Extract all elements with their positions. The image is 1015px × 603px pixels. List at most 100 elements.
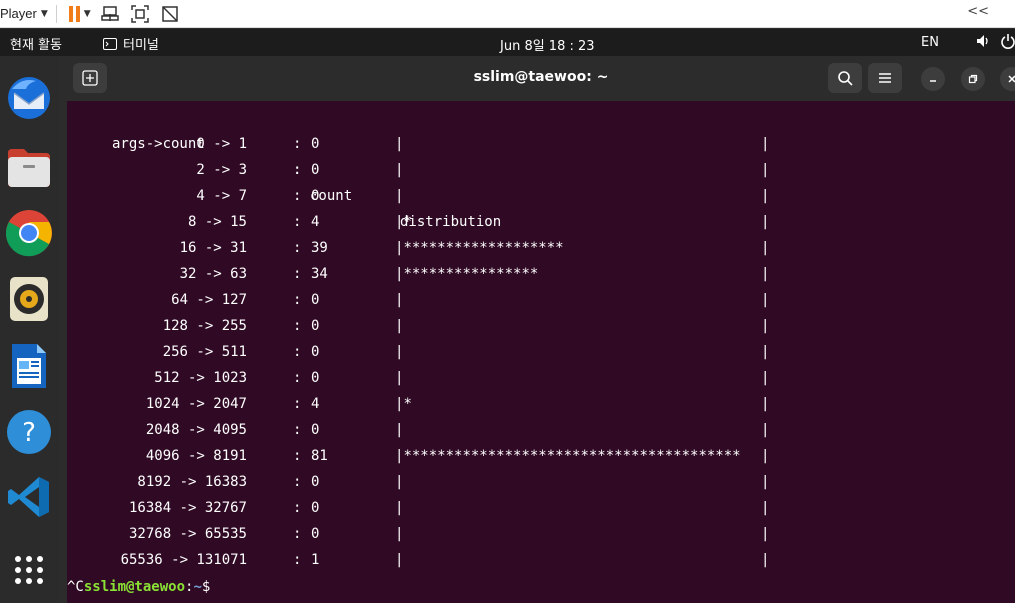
maximize-button[interactable]: [961, 67, 985, 91]
bucket-range: 128 -> 255: [162, 318, 247, 334]
distribution-bar: |: [395, 495, 403, 521]
row-separator: :: [293, 370, 302, 386]
restore-icon: [968, 74, 978, 84]
distribution-bar: |: [395, 131, 403, 157]
hamburger-menu-button[interactable]: [868, 63, 902, 93]
distribution-bar: |***************************************…: [395, 443, 741, 469]
bar-right-edge: |: [761, 370, 770, 386]
rhythmbox-icon[interactable]: [5, 275, 53, 323]
chrome-icon[interactable]: [5, 209, 53, 257]
hamburger-icon: [879, 73, 891, 83]
close-button[interactable]: [1000, 67, 1015, 91]
bar-stars: *: [403, 396, 412, 412]
minimize-icon: [930, 80, 936, 82]
distribution-bar: |: [395, 287, 403, 313]
histogram-row: 32768 -> 65535:0 | |: [67, 521, 1015, 547]
fit-guest-icon[interactable]: [129, 4, 151, 24]
bucket-count: 4: [311, 214, 320, 230]
histogram-header: args->count : count distribution: [67, 105, 1015, 230]
send-ctrl-alt-del-icon[interactable]: [99, 4, 121, 24]
row-separator: :: [293, 552, 302, 568]
bar-left-edge: |: [395, 344, 404, 360]
bucket-range: 8 -> 15: [187, 214, 247, 230]
bar-right-edge: |: [761, 500, 770, 516]
distribution-bar: |: [395, 365, 403, 391]
bucket-range: 65536 -> 131071: [120, 552, 247, 568]
files-icon[interactable]: [5, 142, 53, 190]
help-icon[interactable]: ?: [5, 408, 53, 456]
bucket-count: 0: [311, 370, 320, 386]
clock[interactable]: Jun 8일 18 : 23: [500, 35, 595, 54]
pause-menu-caret-icon[interactable]: ▼: [84, 9, 91, 19]
bar-right-edge: |: [761, 318, 770, 334]
distribution-bar: |*: [395, 209, 412, 235]
bar-right-edge: |: [761, 552, 770, 568]
bucket-range: 8192 -> 16383: [137, 474, 247, 490]
bar-right-edge: |: [761, 448, 770, 464]
collapse-toolbar-button[interactable]: <<: [967, 4, 989, 19]
distribution-bar: |****************: [395, 261, 538, 287]
distribution-bar: |: [395, 521, 403, 547]
libreoffice-writer-icon[interactable]: [5, 342, 53, 390]
histogram-rows: 0 -> 1:0 | | 2 -> 3:0 | | 4 -> 7:0 | | 8 -> 15:4 |…: [67, 131, 1015, 573]
histogram-row: 8 -> 15:4 |* |: [67, 209, 1015, 235]
bar-left-edge: |: [395, 318, 404, 334]
unity-mode-icon[interactable]: [159, 4, 181, 24]
thunderbird-icon[interactable]: [5, 74, 53, 122]
minimize-button[interactable]: [921, 67, 945, 91]
activities-button[interactable]: 현재 활동: [10, 34, 62, 53]
bar-right-edge: |: [761, 344, 770, 360]
row-separator: :: [293, 136, 302, 152]
vscode-icon[interactable]: [5, 473, 53, 521]
bucket-count: 0: [311, 292, 320, 308]
bucket-range: 2048 -> 4095: [145, 422, 247, 438]
distribution-bar: |*: [395, 391, 412, 417]
row-separator: :: [293, 162, 302, 178]
histogram-row: 4096 -> 8191:81 |************************…: [67, 443, 1015, 469]
dock: ?: [0, 56, 58, 603]
bar-right-edge: |: [761, 422, 770, 438]
row-separator: :: [293, 188, 302, 204]
bucket-count: 0: [311, 344, 320, 360]
histogram-row: 8192 -> 16383:0 | |: [67, 469, 1015, 495]
bucket-range: 64 -> 127: [171, 292, 247, 308]
bar-right-edge: |: [761, 214, 770, 230]
histogram-row: 0 -> 1:0 | |: [67, 131, 1015, 157]
power-icon[interactable]: [1000, 33, 1015, 49]
distribution-bar: |: [395, 183, 403, 209]
row-separator: :: [293, 396, 302, 412]
shell-prompt[interactable]: ^Csslim@taewoo:~$: [67, 575, 210, 599]
bucket-count: 81: [311, 448, 328, 464]
pause-icon[interactable]: [68, 5, 80, 22]
histogram-row: 512 -> 1023:0 | |: [67, 365, 1015, 391]
volume-icon[interactable]: [975, 33, 991, 49]
row-separator: :: [293, 344, 302, 360]
bar-left-edge: |: [395, 474, 404, 490]
player-menu-caret-icon[interactable]: ▼: [41, 9, 48, 19]
row-separator: :: [293, 214, 302, 230]
histogram-row: 16384 -> 32767:0 | |: [67, 495, 1015, 521]
row-separator: :: [293, 318, 302, 334]
distribution-bar: |: [395, 339, 403, 365]
input-language-indicator[interactable]: EN: [921, 35, 939, 50]
distribution-bar: |: [395, 157, 403, 183]
interrupt-echo: ^C: [67, 579, 84, 595]
bar-stars: ****************: [403, 266, 539, 282]
histogram-row: 64 -> 127:0 | |: [67, 287, 1015, 313]
close-icon: [1008, 75, 1015, 83]
row-separator: :: [293, 240, 302, 256]
app-menu[interactable]: 터미널: [103, 34, 159, 53]
terminal-app-icon: [103, 37, 117, 50]
show-apps-icon[interactable]: [5, 546, 53, 594]
terminal-output[interactable]: args->count : count distribution 0 -> 1:…: [67, 105, 1015, 573]
bar-left-edge: |: [395, 500, 404, 516]
search-button[interactable]: [828, 63, 862, 93]
terminal-window[interactable]: sslim@taewoo: ~ args->count : count dist…: [67, 56, 1015, 603]
bar-right-edge: |: [761, 136, 770, 152]
bucket-range: 4 -> 7: [196, 188, 247, 204]
bucket-count: 0: [311, 188, 320, 204]
bar-right-edge: |: [761, 474, 770, 490]
search-icon: [838, 71, 853, 86]
bucket-count: 39: [311, 240, 328, 256]
player-menu-label[interactable]: Player: [0, 6, 37, 21]
